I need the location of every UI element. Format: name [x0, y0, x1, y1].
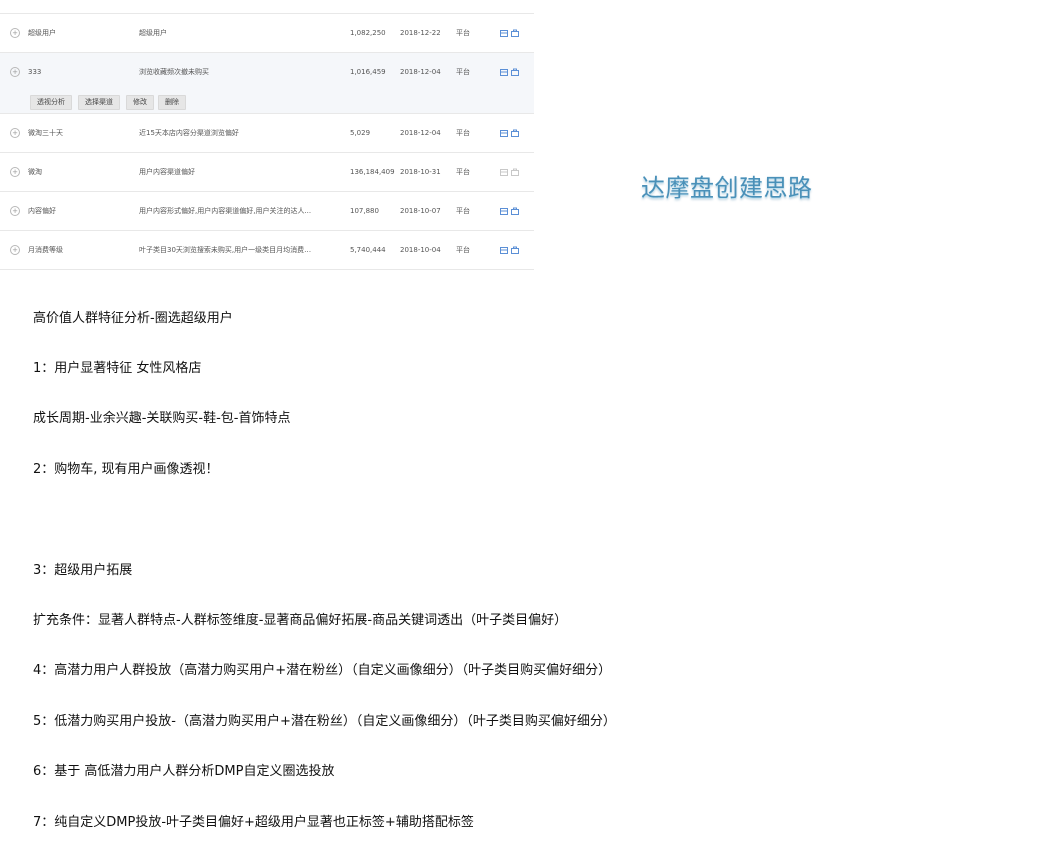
- bag-icon: [511, 168, 519, 176]
- audience-platform: 平台: [456, 246, 470, 254]
- audience-date: 2018-10-31: [400, 168, 441, 176]
- push-icon[interactable]: [500, 129, 508, 137]
- expand-toggle[interactable]: +: [10, 53, 22, 91]
- table-row[interactable]: + 月消费等级 叶子类目30天浏览搜索未购买,用户一级类目月均消费等... 5,…: [0, 231, 534, 270]
- perspective-analysis-button[interactable]: 透视分析: [30, 95, 72, 110]
- expand-toggle[interactable]: +: [10, 192, 22, 230]
- audience-desc: 浏览收藏频次撤未购买: [139, 68, 209, 76]
- audience-date: 2018-10-07: [400, 207, 441, 215]
- edit-button[interactable]: 修改: [126, 95, 154, 110]
- table-row[interactable]: + 超级用户 超级用户 1,082,250 2018-12-22 平台: [0, 13, 534, 53]
- row-actions: [500, 231, 530, 269]
- row-action-bar: 透视分析 选择渠道 修改 删除: [0, 91, 534, 114]
- push-icon[interactable]: [500, 68, 508, 76]
- note-line: 6：基于 高低潜力用户人群分析DMP自定义圈选投放: [33, 764, 335, 780]
- row-actions: [500, 192, 530, 230]
- plus-circle-icon[interactable]: +: [10, 167, 20, 177]
- note-line: 2：购物车, 现有用户画像透视！: [33, 461, 219, 477]
- expand-toggle[interactable]: +: [10, 231, 22, 269]
- plus-circle-icon[interactable]: +: [10, 206, 20, 216]
- plus-circle-icon[interactable]: +: [10, 67, 20, 77]
- audience-platform: 平台: [456, 129, 470, 137]
- note-line: 7：纯自定义DMP投放-叶子类目偏好+超级用户显著也正标签+辅助搭配标签: [33, 814, 474, 830]
- row-actions: [500, 114, 530, 152]
- expand-toggle[interactable]: +: [10, 153, 22, 191]
- audience-count: 1,016,459: [350, 68, 386, 76]
- note-line: 5：低潜力购买用户投放-（高潜力购买用户+潜在粉丝）（自定义画像细分）（叶子类目…: [33, 713, 616, 729]
- audience-name: 333: [28, 68, 42, 76]
- audience-date: 2018-12-22: [400, 29, 441, 37]
- audience-count: 1,082,250: [350, 29, 386, 37]
- page-title-art: 达摩盘创建思路: [641, 174, 813, 202]
- audience-table: + 超级用户 超级用户 1,082,250 2018-12-22 平台 + 33…: [0, 13, 534, 270]
- table-row[interactable]: + 内容偏好 用户内容形式偏好,用户内容渠道偏好,用户关注的达人... 107,…: [0, 192, 534, 231]
- bag-icon[interactable]: [511, 68, 519, 76]
- audience-platform: 平台: [456, 29, 470, 37]
- audience-desc: 用户内容形式偏好,用户内容渠道偏好,用户关注的达人...: [139, 207, 312, 215]
- audience-count: 107,880: [350, 207, 379, 215]
- push-icon[interactable]: [500, 207, 508, 215]
- push-icon[interactable]: [500, 246, 508, 254]
- row-actions: [500, 14, 530, 52]
- note-line: 成长周期-业余兴趣-关联购买-鞋-包-首饰特点: [33, 411, 291, 427]
- expand-toggle[interactable]: +: [10, 14, 22, 52]
- push-icon[interactable]: [500, 29, 508, 37]
- audience-date: 2018-12-04: [400, 129, 441, 137]
- audience-desc: 近15天本店内容分渠道浏览偏好: [139, 129, 239, 137]
- audience-name: 内容偏好: [28, 207, 56, 215]
- audience-platform: 平台: [456, 207, 470, 215]
- table-row[interactable]: + 微淘 用户内容渠道偏好 136,184,409 2018-10-31 平台: [0, 153, 534, 192]
- audience-name: 微淘三十天: [28, 129, 63, 137]
- strategy-notes: 高价值人群特征分析-圈选超级用户 1：用户显著特征 女性风格店 成长周期-业余兴…: [33, 277, 616, 848]
- row-actions: [500, 153, 530, 191]
- plus-circle-icon[interactable]: +: [10, 245, 20, 255]
- audience-date: 2018-10-04: [400, 246, 441, 254]
- expand-toggle[interactable]: +: [10, 114, 22, 152]
- delete-button[interactable]: 删除: [158, 95, 186, 110]
- plus-circle-icon[interactable]: +: [10, 28, 20, 38]
- audience-name: 超级用户: [28, 29, 56, 37]
- note-line: 3：超级用户拓展: [33, 562, 133, 578]
- audience-count: 136,184,409: [350, 168, 395, 176]
- audience-desc: 用户内容渠道偏好: [139, 168, 195, 176]
- note-line: [33, 512, 616, 529]
- bag-icon[interactable]: [511, 129, 519, 137]
- note-line: 扩充条件：显著人群特点-人群标签维度-显著商品偏好拓展-商品关键词透出（叶子类目…: [33, 612, 568, 628]
- audience-desc: 叶子类目30天浏览搜索未购买,用户一级类目月均消费等...: [139, 246, 314, 254]
- audience-name: 微淘: [28, 168, 42, 176]
- note-line: 4：高潜力用户人群投放（高潜力购买用户+潜在粉丝）（自定义画像细分）（叶子类目购…: [33, 663, 612, 679]
- audience-count: 5,029: [350, 129, 371, 137]
- note-line: 高价值人群特征分析-圈选超级用户: [33, 310, 233, 326]
- select-channel-button[interactable]: 选择渠道: [78, 95, 120, 110]
- bag-icon[interactable]: [511, 29, 519, 37]
- audience-platform: 平台: [456, 168, 470, 176]
- audience-count: 5,740,444: [350, 246, 386, 254]
- row-actions: [500, 53, 530, 91]
- table-row[interactable]: + 微淘三十天 近15天本店内容分渠道浏览偏好 5,029 2018-12-04…: [0, 114, 534, 153]
- bag-icon[interactable]: [511, 207, 519, 215]
- audience-date: 2018-12-04: [400, 68, 441, 76]
- audience-desc: 超级用户: [139, 29, 167, 37]
- bag-icon[interactable]: [511, 246, 519, 254]
- audience-platform: 平台: [456, 68, 470, 76]
- table-row[interactable]: + 333 浏览收藏频次撤未购买 1,016,459 2018-12-04 平台: [0, 53, 534, 91]
- plus-circle-icon[interactable]: +: [10, 128, 20, 138]
- push-icon: [500, 168, 508, 176]
- note-line: 1：用户显著特征 女性风格店: [33, 360, 202, 376]
- audience-name: 月消费等级: [28, 246, 63, 254]
